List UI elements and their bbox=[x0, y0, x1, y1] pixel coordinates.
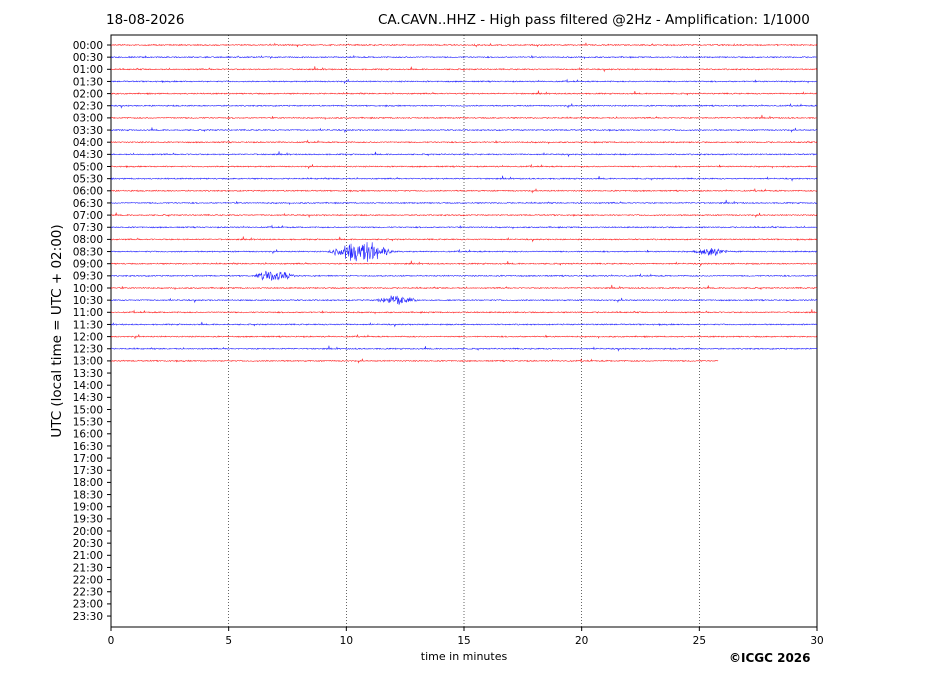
y-tick-label: 14:00 bbox=[73, 380, 103, 392]
seismic-trace bbox=[110, 42, 818, 48]
y-tick-label: 11:00 bbox=[73, 307, 103, 319]
y-tick-label: 10:00 bbox=[73, 283, 103, 295]
y-tick-label: 23:30 bbox=[73, 611, 103, 623]
x-tick-label: 25 bbox=[693, 635, 706, 647]
plot-frame bbox=[110, 34, 818, 628]
x-tick-label: 10 bbox=[340, 635, 353, 647]
y-tick-label: 09:30 bbox=[73, 271, 103, 283]
y-tick-label: 23:00 bbox=[73, 599, 103, 611]
y-tick-label: 21:30 bbox=[73, 562, 103, 574]
y-tick-label: 12:00 bbox=[73, 331, 103, 343]
y-tick-label: 03:30 bbox=[73, 125, 103, 137]
seismic-trace bbox=[110, 212, 818, 219]
y-tick-label: 07:30 bbox=[73, 222, 103, 234]
seismic-trace bbox=[110, 321, 818, 328]
y-tick-label: 16:00 bbox=[73, 429, 103, 441]
y-tick-label: 03:00 bbox=[73, 113, 103, 125]
y-tick-label: 20:00 bbox=[73, 526, 103, 538]
y-tick-label: 02:30 bbox=[73, 101, 103, 113]
y-tick-label: 05:30 bbox=[73, 173, 103, 185]
y-tick-label: 02:00 bbox=[73, 88, 103, 100]
y-tick-label: 19:30 bbox=[73, 514, 103, 526]
y-tick-label: 01:30 bbox=[73, 76, 103, 88]
y-tick-label: 22:30 bbox=[73, 587, 103, 599]
seismic-trace bbox=[110, 78, 818, 85]
seismic-trace bbox=[110, 114, 818, 121]
y-tick-label: 04:30 bbox=[73, 149, 103, 161]
y-tick-label: 20:30 bbox=[73, 538, 103, 550]
x-tick-label: 30 bbox=[810, 635, 823, 647]
seismic-trace bbox=[110, 358, 719, 364]
y-tick-label: 15:00 bbox=[73, 404, 103, 416]
y-tick-label: 11:30 bbox=[73, 319, 103, 331]
x-tick-label: 20 bbox=[575, 635, 588, 647]
y-tick-label: 04:00 bbox=[73, 137, 103, 149]
y-tick-label: 22:00 bbox=[73, 574, 103, 586]
y-tick-label: 13:30 bbox=[73, 368, 103, 380]
x-tick-label: 0 bbox=[108, 635, 115, 647]
y-tick-label: 15:30 bbox=[73, 416, 103, 428]
y-tick-label: 00:00 bbox=[73, 40, 103, 52]
y-tick-label: 16:30 bbox=[73, 441, 103, 453]
seismogram-plot: 0 5 10 15 20 25 30 00:0000:3001:0001:3002:0002:… bbox=[73, 34, 824, 647]
y-tick-label: 18:30 bbox=[73, 489, 103, 501]
y-tick-label: 00:30 bbox=[73, 52, 103, 64]
x-tick-label: 15 bbox=[457, 635, 470, 647]
y-tick-label: 07:00 bbox=[73, 210, 103, 222]
y-tick-label: 08:30 bbox=[73, 246, 103, 258]
y-tick-label: 18:00 bbox=[73, 477, 103, 489]
x-tick-label: 5 bbox=[225, 635, 232, 647]
y-tick-label: 13:00 bbox=[73, 356, 103, 368]
y-tick-label: 05:00 bbox=[73, 161, 103, 173]
y-tick-label: 06:00 bbox=[73, 186, 103, 198]
seismic-trace bbox=[110, 345, 818, 352]
y-tick-label: 09:00 bbox=[73, 259, 103, 271]
y-tick-label: 19:00 bbox=[73, 502, 103, 514]
y-tick-label: 17:30 bbox=[73, 465, 103, 477]
y-tick-label: 10:30 bbox=[73, 295, 103, 307]
y-tick-label: 01:00 bbox=[73, 64, 103, 76]
seismic-trace bbox=[110, 224, 818, 230]
y-tick-label: 14:30 bbox=[73, 392, 103, 404]
seismic-trace bbox=[110, 54, 818, 60]
y-tick-label: 21:00 bbox=[73, 550, 103, 562]
seismic-trace bbox=[110, 236, 818, 243]
y-tick-label: 17:00 bbox=[73, 453, 103, 465]
y-tick-label: 12:30 bbox=[73, 344, 103, 356]
y-tick-label: 06:30 bbox=[73, 198, 103, 210]
y-tick-label: 08:00 bbox=[73, 234, 103, 246]
